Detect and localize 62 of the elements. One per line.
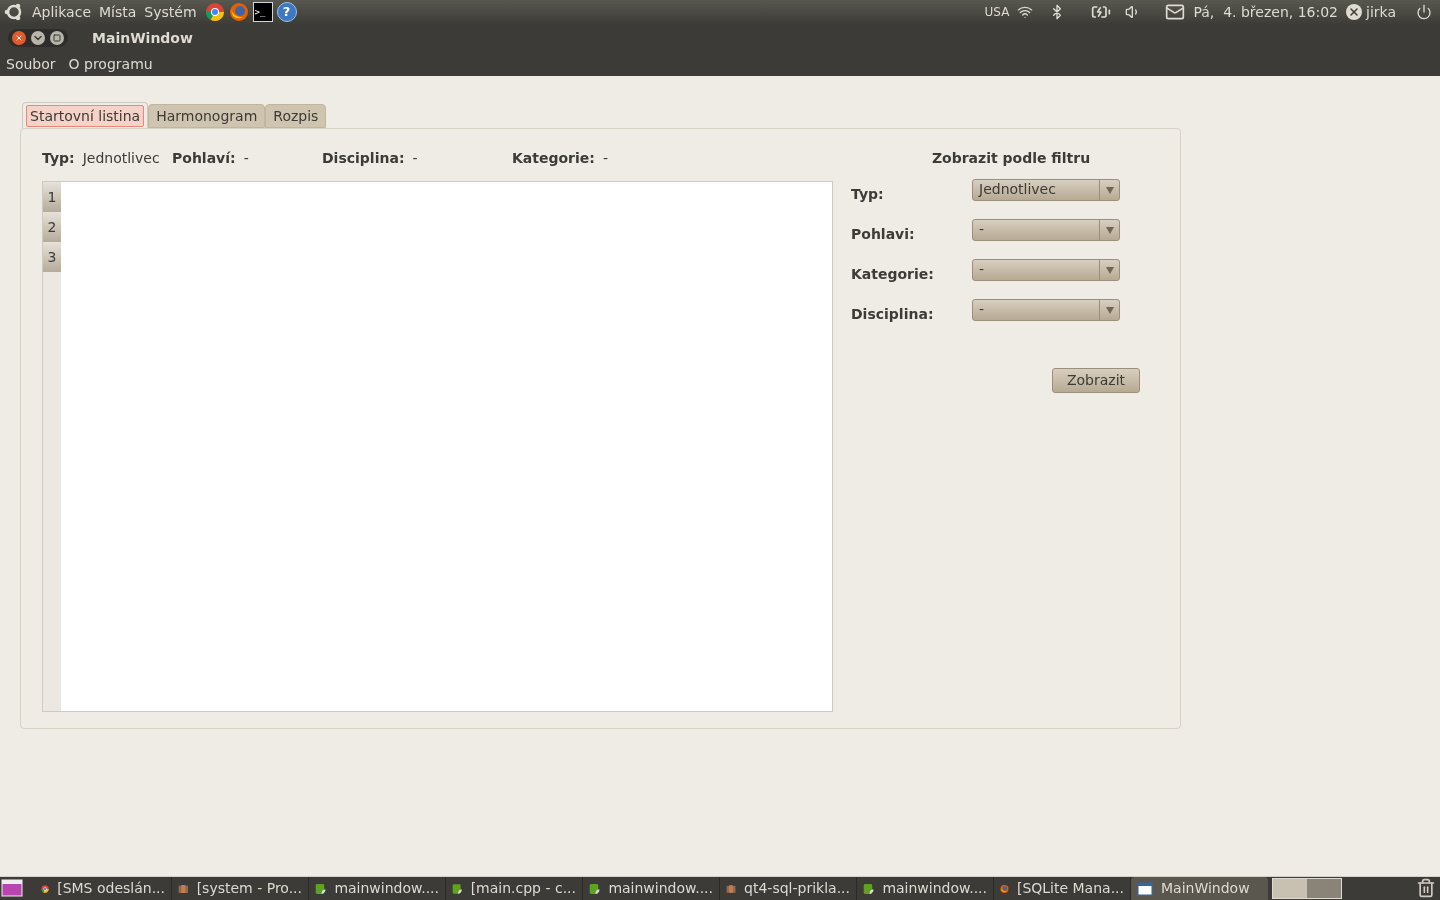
menu-item[interactable]: Soubor	[6, 53, 56, 75]
row-header[interactable]: 3	[43, 242, 61, 272]
dropdown-arrow-icon	[1105, 266, 1114, 274]
dropdown[interactable]: Jednotlivec	[972, 179, 1120, 201]
trash-icon[interactable]	[1416, 878, 1436, 898]
desktop-icon[interactable]	[1, 879, 23, 897]
browser-icon[interactable]	[204, 2, 225, 22]
maximize-button[interactable]	[50, 31, 64, 45]
summary-label: Kategorie:	[512, 148, 595, 168]
dropdown-arrow-icon	[1105, 186, 1114, 194]
close-icon	[15, 34, 23, 42]
mail-icon[interactable]	[1165, 2, 1186, 22]
show-button[interactable]: Zobrazit	[1052, 368, 1140, 393]
dropdown[interactable]: -	[972, 259, 1120, 281]
help-icon[interactable]: ?	[276, 2, 297, 22]
filter-title: Zobrazit podle filtru	[930, 149, 1092, 168]
tab[interactable]: Harmonogram	[148, 104, 266, 128]
row-header[interactable]: 1	[43, 182, 61, 212]
terminal-icon[interactable]: >_	[252, 2, 273, 22]
taskbar-item[interactable]: mainwindow....	[857, 877, 994, 900]
dropdown[interactable]: -	[972, 299, 1120, 321]
clock[interactable]: Pá, 4. březen, 16:02	[1193, 1, 1338, 23]
panel-menu[interactable]: Systém	[144, 1, 197, 23]
taskbar-item[interactable]: MainWindow	[1131, 877, 1268, 900]
power-icon[interactable]	[1416, 4, 1432, 20]
keyboard-layout[interactable]: USA	[984, 3, 1010, 21]
taskbar-item[interactable]: mainwindow....	[309, 877, 446, 900]
filter-label: Disciplina:	[851, 304, 935, 324]
filter-label: Kategorie:	[851, 264, 935, 284]
tab[interactable]: Startovní listina	[22, 102, 149, 128]
summary-label: Disciplina:	[322, 148, 405, 168]
summary-value: Jednotlivec	[82, 148, 160, 168]
menu-item[interactable]: O programu	[68, 53, 153, 75]
summary-value: -	[243, 148, 249, 168]
taskbar-item[interactable]: mainwindow....	[583, 877, 720, 900]
summary-label: Pohlaví:	[172, 148, 236, 168]
taskbar-item[interactable]: qt4-sql-prikla...	[720, 877, 857, 900]
window-icon	[1137, 880, 1153, 897]
taskbar-item[interactable]: [system - Pro...	[172, 877, 309, 900]
square-icon	[53, 34, 61, 42]
circle-of-friends-icon[interactable]	[4, 2, 24, 22]
taskbar-item[interactable]: [main.cpp - c...	[446, 877, 583, 900]
row-header[interactable]: 2	[43, 212, 61, 242]
dropdown[interactable]: -	[972, 219, 1120, 241]
minimize-button[interactable]	[31, 31, 45, 45]
user-name[interactable]: jirka	[1366, 1, 1396, 23]
summary-value: -	[602, 148, 608, 168]
taskbar-item[interactable]: [SMS odeslán...	[35, 877, 172, 900]
close-button[interactable]	[12, 31, 26, 45]
user-status-icon[interactable]	[1346, 4, 1362, 20]
tab[interactable]: Rozpis	[265, 104, 327, 128]
window-title: MainWindow	[92, 28, 193, 48]
panel-menu[interactable]: Aplikace	[32, 1, 91, 23]
dropdown-arrow-icon	[1105, 226, 1114, 234]
filter-label: Pohlavi:	[851, 224, 916, 244]
panel-menu[interactable]: Místa	[99, 1, 137, 23]
summary-value: -	[412, 148, 418, 168]
dropdown-arrow-icon	[1105, 306, 1114, 314]
wifi-icon[interactable]	[1017, 4, 1034, 20]
summary-label: Typ:	[42, 148, 75, 168]
x-mark-icon	[1348, 6, 1360, 18]
filter-label: Typ:	[851, 184, 885, 204]
